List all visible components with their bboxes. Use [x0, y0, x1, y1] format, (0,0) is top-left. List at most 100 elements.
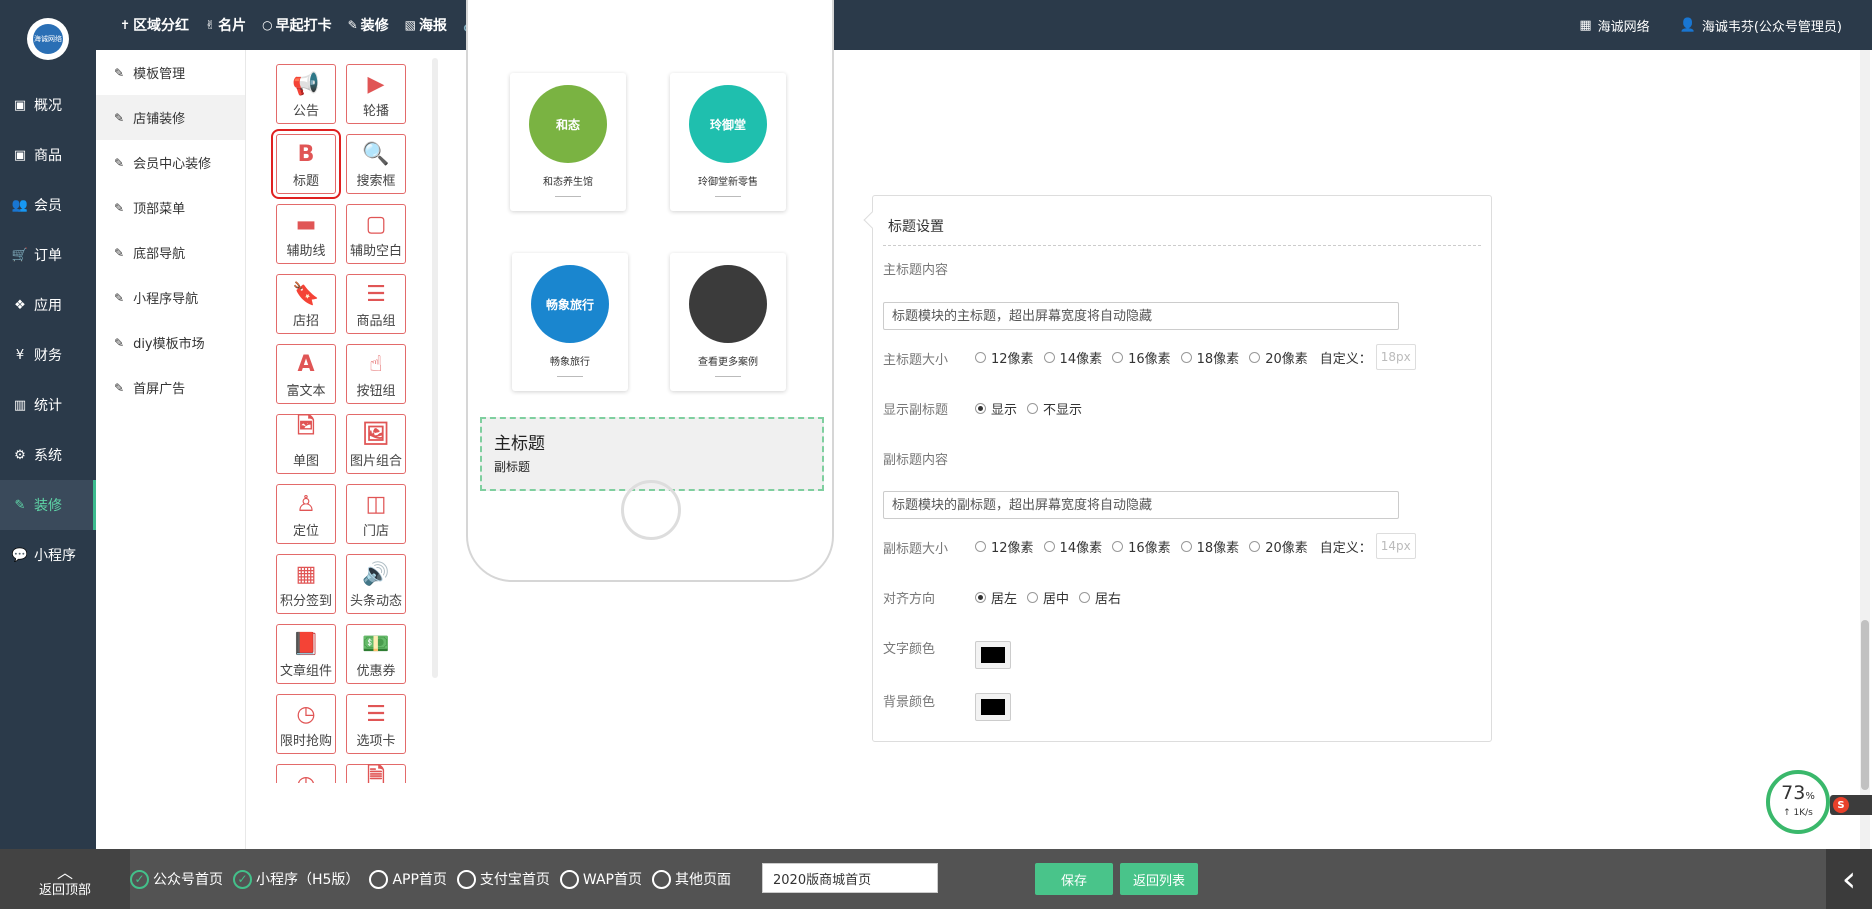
component-文章组件[interactable]: 📕 文章组件 — [276, 624, 336, 684]
component-优惠券[interactable]: 💵 优惠券 — [346, 624, 406, 684]
component-店招[interactable]: 🔖 店招 — [276, 274, 336, 334]
sidebar-item[interactable]: 🛒 订单 — [0, 230, 96, 280]
component-more[interactable]: ◷ — [276, 764, 336, 783]
component-定位[interactable]: ♙ 定位 — [276, 484, 336, 544]
component-轮播[interactable]: ▶ 轮播 — [346, 64, 406, 124]
sidebar-item[interactable]: ▥ 统计 — [0, 380, 96, 430]
submenu-item[interactable]: ✎ diy模板市场 — [96, 320, 245, 365]
sidebar-item[interactable]: ¥ 财务 — [0, 330, 96, 380]
page-type-option[interactable]: ✓ 公众号首页 — [130, 869, 223, 889]
company-link[interactable]: ▦ 海诚网络 — [1579, 16, 1649, 35]
show-sub-option[interactable]: 不显示 — [1027, 399, 1082, 418]
submenu-item[interactable]: ✎ 店铺装修 — [96, 95, 245, 140]
top-nav-item[interactable]: ○ 早起打卡 — [262, 15, 331, 35]
sidebar-item[interactable]: ⚙ 系统 — [0, 430, 96, 480]
brand-logo[interactable]: 海诚网络 — [27, 18, 69, 60]
top-nav-icon: ✌ — [205, 18, 216, 32]
brand-logo-mark: 海诚网络 — [33, 24, 63, 54]
sidebar-item-label: 应用 — [34, 298, 62, 314]
submenu-item[interactable]: ✎ 会员中心装修 — [96, 140, 245, 185]
user-menu[interactable]: 👤 海诚韦芬(公众号管理员) — [1680, 16, 1842, 35]
show-sub-option[interactable]: 显示 — [975, 399, 1017, 418]
align-option[interactable]: 居左 — [975, 588, 1017, 607]
component-单图[interactable]: 🖻 单图 — [276, 414, 336, 474]
radio-icon — [975, 403, 986, 414]
page-type-option[interactable]: 支付宝首页 — [456, 869, 550, 889]
submenu-item[interactable]: ✎ 小程序导航 — [96, 275, 245, 320]
top-nav-item[interactable]: ▧ 海报 — [405, 15, 447, 35]
show-sub-option-label: 显示 — [991, 403, 1018, 418]
sidebar-item-label: 装修 — [34, 498, 62, 514]
sidebar-item[interactable]: ✎ 装修 — [0, 480, 96, 530]
component-限时抢购[interactable]: ◷ 限时抢购 — [276, 694, 336, 754]
component-label: 头条动态 — [349, 594, 402, 609]
save-button[interactable]: 保存 — [1035, 863, 1113, 895]
page-name-input[interactable] — [762, 863, 938, 893]
palette-scrollbar[interactable] — [432, 58, 438, 678]
sidebar-item[interactable]: ❖ 应用 — [0, 280, 96, 330]
page-type-option[interactable]: 其他页面 — [652, 869, 731, 889]
page-type-option[interactable]: APP首页 — [369, 869, 447, 889]
main-size-option[interactable]: 14像素 — [1043, 348, 1102, 367]
submenu-item[interactable]: ✎ 首屏广告 — [96, 365, 245, 410]
main-size-option[interactable]: 18像素 — [1180, 348, 1239, 367]
bg-color-picker[interactable] — [975, 693, 1011, 721]
sidebar-item[interactable]: 👥 会员 — [0, 180, 96, 230]
component-头条动态[interactable]: 🔊 头条动态 — [346, 554, 406, 614]
page-scrollbar[interactable] — [1860, 50, 1870, 849]
sub-size-option[interactable]: 16像素 — [1112, 537, 1171, 556]
component-按钮组[interactable]: ☝ 按钮组 — [346, 344, 406, 404]
align-option[interactable]: 居右 — [1079, 588, 1121, 607]
component-图片组合[interactable]: 🖼 图片组合 — [346, 414, 406, 474]
submenu-item[interactable]: ✎ 模板管理 — [96, 50, 245, 95]
network-speed-widget[interactable]: 73% ↑ 1K/s — [1766, 770, 1830, 834]
component-商品组[interactable]: ☰ 商品组 — [346, 274, 406, 334]
blank-square-icon: ▢ — [365, 212, 387, 237]
money-icon: 💵 — [362, 632, 390, 657]
submenu-item[interactable]: ✎ 顶部菜单 — [96, 185, 245, 230]
component-积分签到[interactable]: ▦ 积分签到 — [276, 554, 336, 614]
sub-title-input[interactable] — [883, 491, 1399, 519]
case-card[interactable]: 玲御堂 玲御堂新零售 — [670, 73, 786, 211]
component-more[interactable]: 🗎 — [346, 764, 406, 783]
sub-size-option[interactable]: 18像素 — [1180, 537, 1239, 556]
sidebar-item[interactable]: ▣ 商品 — [0, 130, 96, 180]
component-辅助线[interactable]: ▬ 辅助线 — [276, 204, 336, 264]
top-nav-item[interactable]: ✝ 区域分红 — [120, 15, 189, 35]
main-size-option[interactable]: 12像素 — [975, 348, 1034, 367]
page-type-option[interactable]: WAP首页 — [559, 869, 642, 889]
component-辅助空白[interactable]: ▢ 辅助空白 — [346, 204, 406, 264]
main-title-input[interactable] — [883, 302, 1399, 330]
sub-size-option[interactable]: 20像素 — [1249, 537, 1308, 556]
sub-size-option[interactable]: 12像素 — [975, 537, 1034, 556]
chevron-left-icon[interactable]: ‹ — [1826, 849, 1872, 909]
sub-size-custom-input[interactable] — [1375, 533, 1416, 559]
component-富文本[interactable]: A 富文本 — [276, 344, 336, 404]
case-card[interactable]: 畅象旅行 畅象旅行 — [512, 253, 628, 391]
show-sub-label: 显示副标题 — [883, 403, 949, 418]
bold-b-icon: B — [297, 142, 315, 167]
component-门店[interactable]: ◫ 门店 — [346, 484, 406, 544]
ime-toolbar[interactable]: S — [1830, 795, 1872, 815]
component-标题[interactable]: B 标题 — [271, 129, 341, 199]
sidebar-item[interactable]: ▣ 概况 — [0, 80, 96, 130]
top-nav-item[interactable]: ✎ 装修 — [348, 15, 389, 35]
align-option[interactable]: 居中 — [1027, 588, 1069, 607]
case-card[interactable]: 查看更多案例 — [670, 253, 786, 391]
page-type-option[interactable]: ✓ 小程序（H5版） — [233, 869, 359, 889]
case-card[interactable]: 和态 和态养生馆 — [510, 73, 626, 211]
main-size-custom-input[interactable] — [1375, 344, 1416, 370]
back-to-top-button[interactable]: ︿ 返回顶部 — [0, 849, 130, 909]
page-scrollbar-thumb[interactable] — [1861, 620, 1869, 790]
main-size-option[interactable]: 16像素 — [1112, 348, 1171, 367]
submenu-item[interactable]: ✎ 底部导航 — [96, 230, 245, 275]
component-公告[interactable]: 📢 公告 — [276, 64, 336, 124]
back-to-list-button[interactable]: 返回列表 — [1120, 863, 1198, 895]
component-搜索框[interactable]: 🔍 搜索框 — [346, 134, 406, 194]
main-size-option[interactable]: 20像素 — [1249, 348, 1308, 367]
top-nav-item[interactable]: ✌ 名片 — [205, 15, 246, 35]
sub-size-option[interactable]: 14像素 — [1043, 537, 1102, 556]
sidebar-item[interactable]: 💬 小程序 — [0, 530, 96, 580]
text-color-picker[interactable] — [975, 641, 1011, 669]
component-选项卡[interactable]: ☰ 选项卡 — [346, 694, 406, 754]
